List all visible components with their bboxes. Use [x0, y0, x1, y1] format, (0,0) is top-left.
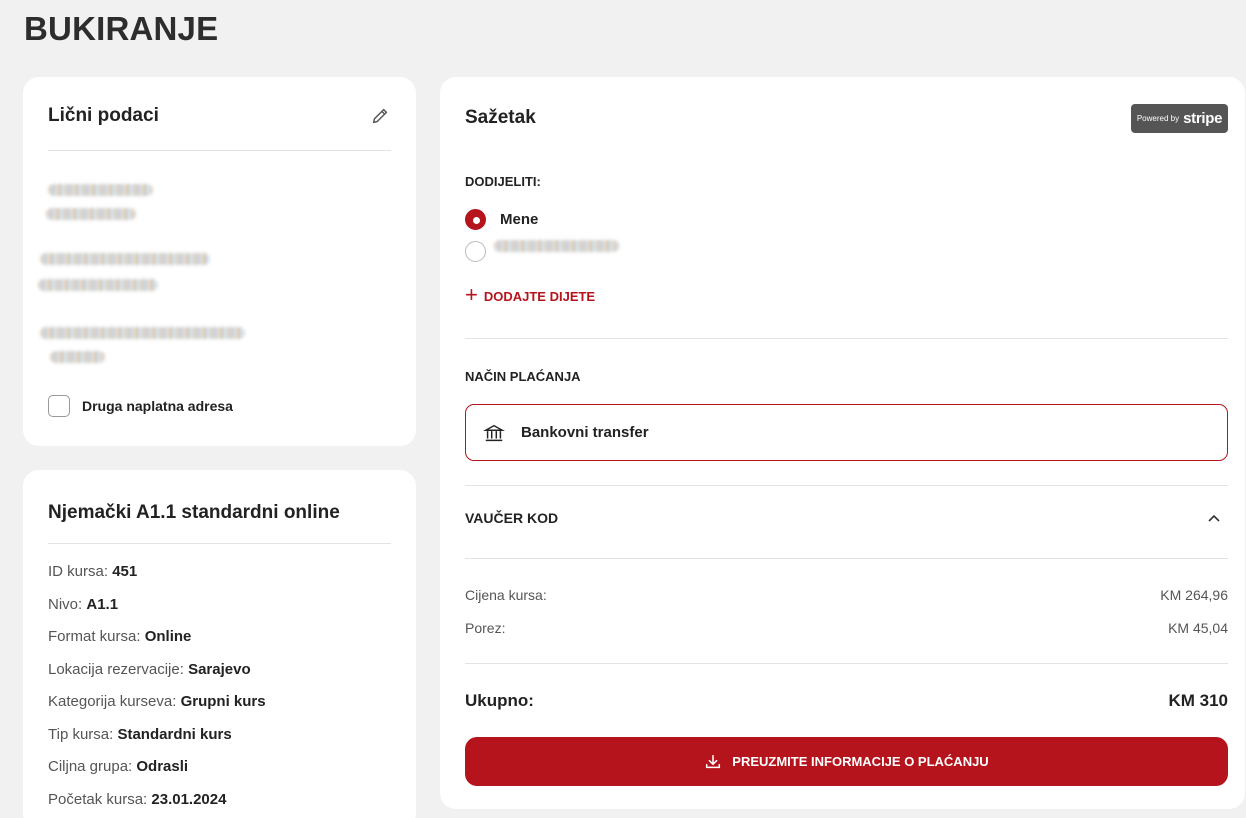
page-title: BUKIRANJE [24, 10, 219, 47]
course-title: Njemački A1.1 standardni online [48, 502, 340, 523]
alternate-billing-row[interactable]: Druga naplatna adresa [48, 395, 233, 417]
download-icon [706, 754, 721, 768]
divider [465, 485, 1228, 486]
course-detail-row: Lokacija rezervacije: Sarajevo [48, 660, 251, 678]
stripe-powered-by: Powered by [1136, 114, 1180, 123]
price-label: Cijena kursa: [465, 587, 547, 603]
add-child-label: DODAJTE DIJETE [483, 288, 596, 304]
divider [465, 338, 1228, 339]
personal-data-card: Lični podaci Druga naplatna adresa [23, 77, 416, 446]
course-detail-row: Kategorija kurseva: Grupni kurs [48, 693, 266, 710]
pencil-icon[interactable] [369, 105, 391, 127]
assign-option-me[interactable]: Mene [465, 209, 538, 230]
download-button-label: PREUZMITE INFORMACIJE O PLAĆANJU [732, 754, 989, 769]
course-card: Njemački A1.1 standardni online ID kursa… [23, 470, 416, 818]
course-detail-row: Format kursa: Online [48, 628, 192, 645]
assign-label: DODIJELITI: [465, 174, 541, 189]
price-value: KM 45,04 [1168, 620, 1228, 636]
personal-data-header: Lični podaci [48, 105, 391, 127]
total-label: Ukupno: [465, 691, 534, 710]
price-row-tax: Porez: KM 45,04 [465, 620, 1228, 636]
stripe-badge: Powered by stripe [1131, 104, 1228, 133]
stripe-logo: stripe [1183, 110, 1223, 127]
alternate-billing-label: Druga naplatna adresa [82, 398, 233, 414]
download-payment-info-button[interactable]: PREUZMITE INFORMACIJE O PLAĆANJU [465, 737, 1228, 786]
divider [465, 558, 1228, 559]
assign-option-other[interactable] [465, 239, 625, 262]
redacted-name [494, 239, 619, 252]
payment-method-bank-transfer[interactable]: Bankovni transfer [465, 404, 1228, 461]
assign-option-label: Mene [500, 211, 539, 228]
divider [48, 543, 391, 544]
divider [48, 150, 391, 151]
course-details: ID kursa: 451 Nivo: A1.1 Format kursa: O… [48, 562, 266, 818]
price-label: Porez: [465, 620, 506, 636]
alternate-billing-checkbox[interactable] [48, 395, 70, 417]
radio-selected[interactable] [465, 209, 486, 230]
divider [465, 663, 1228, 664]
plus-icon: + [465, 282, 478, 307]
voucher-toggle[interactable]: VAUČER KOD [465, 510, 1228, 526]
add-child-button[interactable]: + DODAJTE DIJETE [465, 282, 596, 307]
course-detail-row: ID kursa: 451 [48, 563, 138, 580]
price-value: KM 264,96 [1160, 587, 1228, 603]
personal-data-title: Lični podaci [48, 105, 159, 126]
course-detail-row: Nivo: A1.1 [48, 595, 119, 613]
total-row: Ukupno: KM 310 [465, 691, 1228, 711]
total-value: KM 310 [1168, 691, 1228, 710]
price-row-course: Cijena kursa: KM 264,96 [465, 587, 1228, 603]
summary-card: Sažetak Powered by stripe DODIJELITI: Me… [440, 77, 1245, 809]
course-detail-row: Tip kursa: Standardni kurs [48, 725, 232, 743]
course-detail-row: Početak kursa: 23.01.2024 [48, 790, 227, 808]
voucher-label: VAUČER KOD [465, 510, 559, 526]
course-detail-row: Ciljna grupa: Odrasli [48, 758, 189, 775]
bank-icon [483, 424, 505, 441]
chevron-up-icon[interactable] [1206, 510, 1222, 526]
payment-method-label: NAČIN PLAĆANJA [465, 369, 581, 384]
summary-title: Sažetak [465, 107, 536, 128]
radio-unselected[interactable] [465, 241, 486, 262]
payment-method-name: Bankovni transfer [521, 424, 649, 441]
